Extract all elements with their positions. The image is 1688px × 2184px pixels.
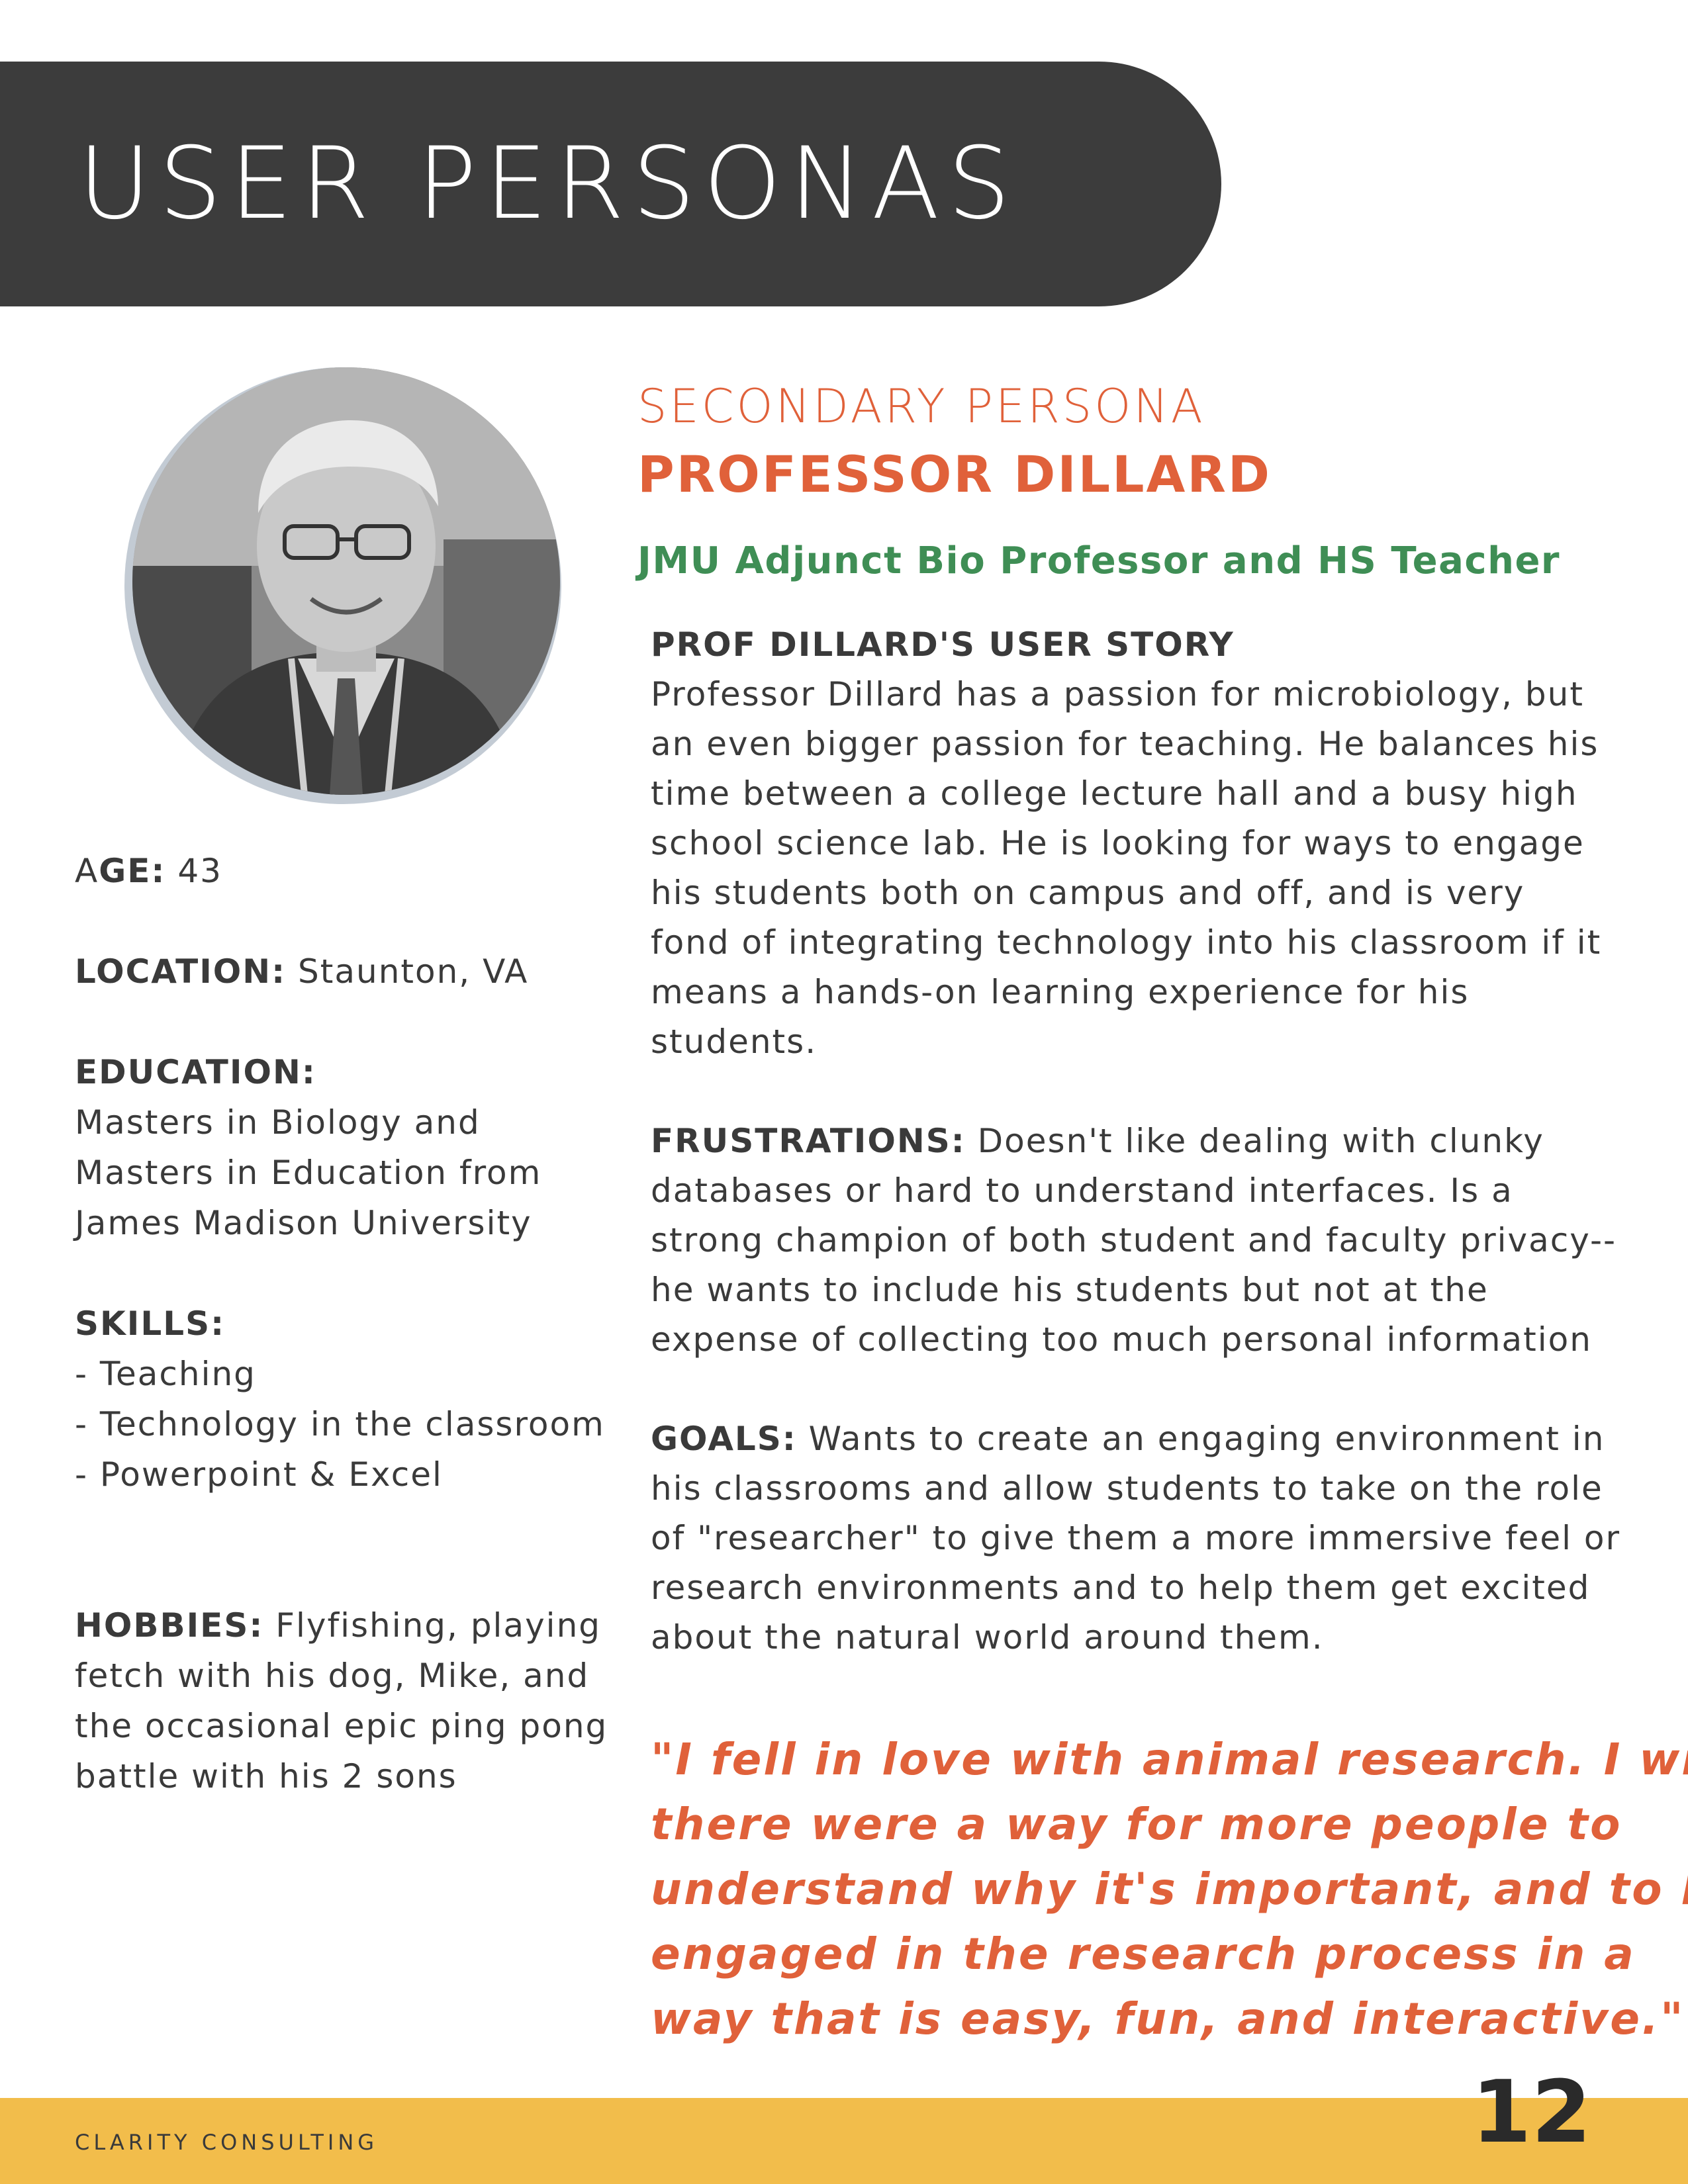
story-line: Professor Dillard has a passion for micr… <box>651 675 1584 713</box>
age-label: GE: <box>99 852 166 890</box>
quote-line: "I fell in love with animal research. I … <box>651 1734 1688 1785</box>
age-label-a: A <box>75 852 99 890</box>
persona-role: JMU Adjunct Bio Professor and HS Teacher <box>637 539 1561 582</box>
location-row: LOCATION: Staunton, VA <box>75 946 618 997</box>
persona-quote: "I fell in love with animal research. I … <box>651 1727 1688 2052</box>
goals-line: about the natural world around them. <box>651 1618 1324 1657</box>
profile-details: AGE: 43 LOCATION: Staunton, VA EDUCATION… <box>75 846 618 1801</box>
title-banner: USER PERSONAS <box>0 62 1221 306</box>
skill-item: - Technology in the classroom <box>75 1405 605 1443</box>
goals-label: GOALS: <box>651 1420 797 1458</box>
hobbies-line: fetch with his dog, Mike, and <box>75 1657 590 1695</box>
footer-brand: CLARITY CONSULTING <box>75 2130 379 2155</box>
goals-line: Wants to create an engaging environment … <box>796 1420 1605 1458</box>
quote-line: way that is easy, fun, and interactive." <box>651 1993 1685 2044</box>
education-line: Masters in Biology and <box>75 1103 481 1142</box>
education-label: EDUCATION: <box>75 1053 316 1091</box>
age-value: 43 <box>165 852 222 890</box>
education-line: James Madison University <box>75 1204 532 1242</box>
story-line: his students both on campus and off, and… <box>651 874 1525 912</box>
age-row: AGE: 43 <box>75 846 618 896</box>
location-label: LOCATION: <box>75 952 287 991</box>
avatar <box>124 367 561 804</box>
story-line: fond of integrating technology into his … <box>651 923 1602 962</box>
skill-item: - Powerpoint & Excel <box>75 1455 443 1494</box>
education-line: Masters in Education from <box>75 1154 542 1192</box>
hobbies-line: Flyfishing, playing <box>263 1606 601 1645</box>
page-number: 12 <box>1472 2062 1591 2162</box>
location-value: Staunton, VA <box>286 952 529 991</box>
goals-row: GOALS: Wants to create an engaging envir… <box>651 1414 1617 1464</box>
portrait-photo <box>132 367 560 795</box>
page-title: USER PERSONAS <box>78 126 1019 242</box>
frustrations-line: expense of collecting too much personal … <box>651 1320 1592 1359</box>
story-line: school science lab. He is looking for wa… <box>651 824 1585 862</box>
quote-line: engaged in the research process in a <box>651 1929 1636 1979</box>
hobbies-line: the occasional epic ping pong <box>75 1707 608 1745</box>
story-line: time between a college lecture hall and … <box>651 774 1578 813</box>
goals-line: research environments and to help them g… <box>651 1569 1591 1607</box>
story-line: means a hands-on learning experience for… <box>651 973 1470 1011</box>
frustrations-label: FRUSTRATIONS: <box>651 1122 966 1160</box>
quote-line: understand why it's important, and to be <box>651 1864 1688 1915</box>
skills-label: SKILLS: <box>75 1304 226 1343</box>
hobbies-label: HOBBIES: <box>75 1606 264 1645</box>
frustrations-line: Doesn't like dealing with clunky <box>965 1122 1544 1160</box>
frustrations-line: he wants to include his students but not… <box>651 1271 1489 1309</box>
goals-line: of "researcher" to give them a more imme… <box>651 1519 1621 1557</box>
user-story-heading: PROF DILLARD'S USER STORY <box>651 625 1235 664</box>
quote-line: there were a way for more people to <box>651 1799 1622 1850</box>
persona-name: PROFESSOR DILLARD <box>637 445 1272 504</box>
persona-type-label: SECONDARY PERSONA <box>637 379 1205 433</box>
hobbies-row: HOBBIES: Flyfishing, playing <box>75 1600 618 1651</box>
story-line: students. <box>651 1023 818 1061</box>
skill-item: - Teaching <box>75 1355 256 1393</box>
persona-narrative: PROF DILLARD'S USER STORY Professor Dill… <box>651 620 1621 1662</box>
frustrations-line: databases or hard to understand interfac… <box>651 1171 1513 1210</box>
goals-line: his classrooms and allow students to tak… <box>651 1469 1603 1508</box>
story-line: an even bigger passion for teaching. He … <box>651 725 1599 763</box>
frustrations-line: strong champion of both student and facu… <box>651 1221 1617 1259</box>
hobbies-line: battle with his 2 sons <box>75 1757 457 1796</box>
frustrations-row: FRUSTRATIONS: Doesn't like dealing with … <box>651 1116 1617 1166</box>
